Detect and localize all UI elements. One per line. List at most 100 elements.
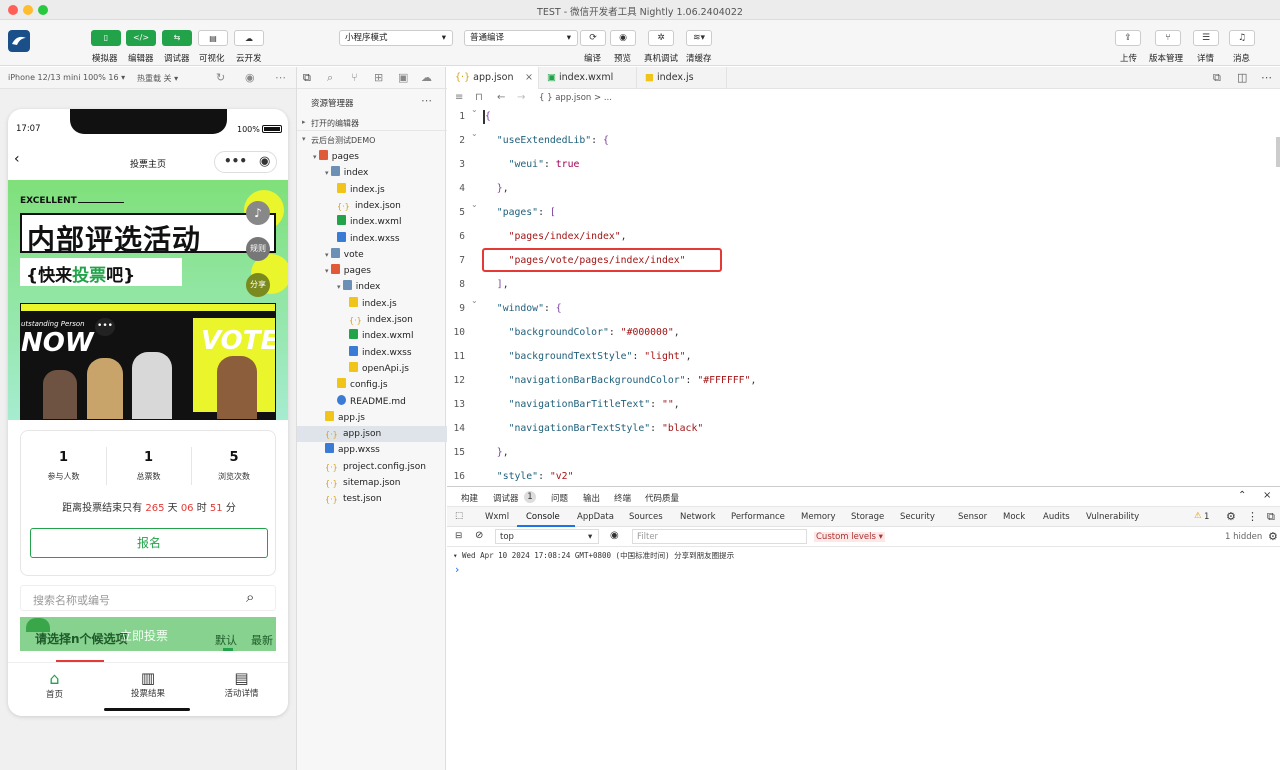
file-item-test-json[interactable]: {·} test.json bbox=[325, 491, 382, 507]
filter-input[interactable]: Filter bbox=[632, 529, 807, 544]
music-icon[interactable]: ♪ bbox=[246, 201, 270, 225]
folder-item-vote[interactable]: ▾ vote bbox=[325, 247, 364, 263]
panel-memory[interactable]: Memory bbox=[801, 512, 836, 522]
close-icon[interactable]: × bbox=[1263, 490, 1271, 501]
panel-security[interactable]: Security bbox=[900, 512, 935, 522]
fold-icon[interactable]: ⌄ bbox=[471, 200, 478, 209]
preview-button[interactable]: ◉ bbox=[610, 30, 636, 46]
code-area[interactable]: 1 2 3 4 5 6 7 8 9 10 11 12 13 14 15 16 ⌄ ⌄ ⌄ ⌄ { "useEx… bbox=[447, 105, 1280, 485]
folder-item-index[interactable]: ▾ index bbox=[325, 165, 368, 181]
open-editors-section[interactable]: ▸ 打开的编辑器 bbox=[297, 115, 447, 131]
tab-app-json[interactable]: {·} app.json × bbox=[447, 67, 539, 89]
tab-default[interactable]: 默认 bbox=[215, 632, 237, 648]
file-item-index-js[interactable]: index.js bbox=[337, 182, 385, 198]
debugger-toggle-button[interactable]: ⇆ bbox=[162, 30, 192, 46]
version-button[interactable]: ⑂ bbox=[1155, 30, 1181, 46]
record-icon[interactable]: ◉ bbox=[245, 71, 255, 84]
extensions-icon[interactable]: ⊞ bbox=[374, 71, 383, 84]
cloud-dev-button[interactable]: ☁ bbox=[234, 30, 264, 46]
editor-toggle-button[interactable]: </> bbox=[126, 30, 156, 46]
upload-button[interactable]: ⇪ bbox=[1115, 30, 1141, 46]
git-icon[interactable]: ⑂ bbox=[351, 71, 358, 84]
context-select[interactable]: top ▾ bbox=[495, 529, 599, 544]
fold-icon[interactable]: ⌄ bbox=[471, 296, 478, 305]
remote-debug-button[interactable]: ✲ bbox=[648, 30, 674, 46]
messages-button[interactable]: ♫ bbox=[1229, 30, 1255, 46]
tab-problems[interactable]: 问题 bbox=[551, 492, 568, 504]
panel-appdata[interactable]: AppData bbox=[577, 512, 614, 522]
avatar[interactable] bbox=[8, 30, 30, 52]
sidebar-toggle-icon[interactable]: ⊟ bbox=[455, 531, 462, 541]
files-icon[interactable]: ⧉ bbox=[303, 71, 311, 85]
more-vertical-icon[interactable]: ⋮ bbox=[1247, 510, 1258, 523]
hot-reload-select[interactable]: 热重载 关 ▾ bbox=[137, 73, 178, 84]
tab-code-quality[interactable]: 代码质量 bbox=[645, 492, 679, 504]
capsule-menu[interactable]: ••• ◉ bbox=[214, 151, 277, 173]
log-levels-select[interactable]: Custom levels ▾ bbox=[814, 532, 885, 542]
panel-audits[interactable]: Audits bbox=[1043, 512, 1070, 522]
clear-cache-button[interactable]: ≋▾ bbox=[686, 30, 712, 46]
file-item-app-json[interactable]: {·} app.json bbox=[297, 426, 447, 443]
chevron-up-icon[interactable]: ⌃ bbox=[1238, 490, 1246, 501]
bookmark-icon[interactable]: ⊓ bbox=[475, 92, 483, 103]
more-icon[interactable]: ⋯ bbox=[1261, 71, 1272, 84]
search-icon[interactable]: ⌕ bbox=[246, 588, 254, 606]
panel-sensor[interactable]: Sensor bbox=[958, 512, 987, 522]
tab-debugger[interactable]: 调试器 bbox=[493, 492, 519, 504]
file-item-index-js[interactable]: index.js bbox=[349, 296, 397, 312]
panel-performance[interactable]: Performance bbox=[731, 512, 785, 522]
file-item-index-json[interactable]: {·} index.json bbox=[337, 198, 401, 214]
tab-terminal[interactable]: 终端 bbox=[614, 492, 631, 504]
project-section[interactable]: ▾ 云后台测试DEMO bbox=[297, 132, 447, 148]
panel-sources[interactable]: Sources bbox=[629, 512, 663, 522]
more-dots-icon[interactable]: ••• bbox=[224, 154, 247, 168]
forward-icon[interactable]: → bbox=[517, 92, 525, 103]
fold-icon[interactable]: ⌄ bbox=[471, 129, 478, 138]
split-preview-icon[interactable]: ⧉ bbox=[1213, 71, 1221, 85]
file-item-project-config-json[interactable]: {·} project.config.json bbox=[325, 459, 426, 475]
file-item-app-js[interactable]: app.js bbox=[325, 410, 365, 426]
file-item-index-wxml[interactable]: index.wxml bbox=[349, 328, 413, 344]
dock-icon[interactable]: ⧉ bbox=[1267, 510, 1275, 524]
signup-button[interactable]: 报名 bbox=[30, 528, 268, 558]
device-select[interactable]: iPhone 12/13 mini 100% 16 ▾ bbox=[8, 73, 125, 82]
inspect-icon[interactable]: ⬚ bbox=[455, 511, 463, 521]
gear-icon[interactable]: ⚙ bbox=[1226, 510, 1236, 523]
visual-toggle-button[interactable]: ▤ bbox=[198, 30, 228, 46]
file-item-index-wxss[interactable]: index.wxss bbox=[337, 231, 400, 247]
tab-home[interactable]: ⌂ 首页 bbox=[8, 669, 101, 700]
file-item-sitemap-json[interactable]: {·} sitemap.json bbox=[325, 475, 401, 491]
back-icon[interactable]: ← bbox=[497, 92, 505, 103]
panel-vulnerability[interactable]: Vulnerability bbox=[1086, 512, 1139, 522]
tab-build[interactable]: 构建 bbox=[461, 492, 478, 504]
warning-count[interactable]: 1 bbox=[1204, 512, 1209, 522]
file-item-readme-md[interactable]: README.md bbox=[337, 394, 406, 410]
cloud-icon[interactable]: ☁ bbox=[421, 71, 432, 84]
gear-icon[interactable]: ⚙ bbox=[1268, 530, 1278, 543]
panel-network[interactable]: Network bbox=[680, 512, 716, 522]
mode-select[interactable]: 小程序模式 ▾ bbox=[339, 30, 453, 46]
share-button[interactable]: 分享 bbox=[246, 273, 270, 297]
list-icon[interactable]: ≡ bbox=[455, 92, 463, 103]
panel-wxml[interactable]: Wxml bbox=[485, 512, 509, 522]
eye-icon[interactable]: ◉ bbox=[610, 530, 619, 541]
file-item-index-wxss[interactable]: index.wxss bbox=[349, 345, 412, 361]
panel-console[interactable]: Console bbox=[526, 512, 560, 522]
tab-index-js[interactable]: ■ index.js bbox=[637, 67, 727, 89]
fold-icon[interactable]: ⌄ bbox=[471, 105, 478, 114]
tab-activity[interactable]: ▤ 活动详情 bbox=[195, 669, 288, 699]
search-icon[interactable]: ⌕ bbox=[327, 71, 333, 85]
rotate-icon[interactable]: ↻ bbox=[216, 71, 225, 84]
folder-item-pages[interactable]: ▾ pages bbox=[325, 263, 371, 279]
tab-latest[interactable]: 最新 bbox=[251, 632, 273, 648]
file-item-app-wxss[interactable]: app.wxss bbox=[325, 442, 380, 458]
more-icon[interactable]: ⋯ bbox=[275, 71, 286, 84]
close-icon[interactable]: × bbox=[525, 67, 533, 89]
file-item-openapi-js[interactable]: openApi.js bbox=[349, 361, 409, 377]
clear-console-icon[interactable]: ⊘ bbox=[475, 530, 483, 541]
file-item-config-js[interactable]: config.js bbox=[337, 377, 388, 393]
panel-storage[interactable]: Storage bbox=[851, 512, 884, 522]
file-item-index-json[interactable]: {·} index.json bbox=[349, 312, 413, 328]
more-icon[interactable]: ⋯ bbox=[421, 94, 432, 107]
outline-icon[interactable]: ▣ bbox=[398, 71, 408, 84]
